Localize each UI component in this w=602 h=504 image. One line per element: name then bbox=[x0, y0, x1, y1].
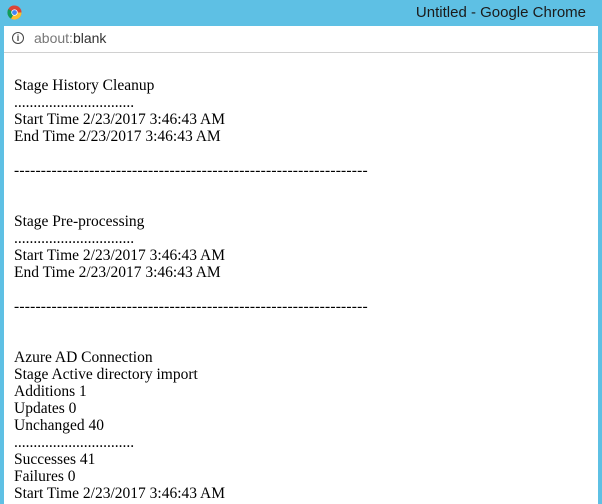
log-line: ............................... bbox=[14, 94, 135, 111]
browser-window: Untitled - Google Chrome i about:blank S… bbox=[0, 0, 602, 504]
url-path: blank bbox=[72, 30, 107, 46]
log-line: Stage Pre-processing bbox=[14, 213, 145, 230]
log-line: Start Time 2/23/2017 3:46:43 AM bbox=[14, 247, 226, 264]
log-line: Stage History Cleanup bbox=[14, 77, 155, 94]
url-scheme: about: bbox=[34, 30, 73, 46]
log-line: End Time 2/23/2017 3:46:43 AM bbox=[14, 264, 221, 281]
log-line: Azure AD Connection bbox=[14, 349, 153, 366]
log-line: ----------------------------------------… bbox=[14, 298, 368, 315]
url-field[interactable]: about:blank bbox=[34, 30, 106, 46]
log-line: Failures 0 bbox=[14, 468, 76, 485]
chrome-logo-icon bbox=[7, 5, 22, 20]
log-line: Additions 1 bbox=[14, 383, 87, 400]
page-content: Stage History Cleanup...................… bbox=[4, 53, 598, 504]
log-line: Start Time 2/23/2017 3:46:43 AM bbox=[14, 485, 226, 502]
log-line: ............................... bbox=[14, 434, 135, 451]
log-line: End Time 2/23/2017 3:46:43 AM bbox=[14, 128, 221, 145]
log-line: Successes 41 bbox=[14, 451, 96, 468]
log-line: ----------------------------------------… bbox=[14, 162, 368, 179]
info-icon[interactable]: i bbox=[12, 32, 24, 44]
log-line: Unchanged 40 bbox=[14, 417, 104, 434]
log-line: ............................... bbox=[14, 230, 135, 247]
log-text: Stage History Cleanup...................… bbox=[14, 77, 368, 502]
address-bar[interactable]: i about:blank bbox=[4, 26, 598, 53]
log-line: Stage Active directory import bbox=[14, 366, 198, 383]
title-bar[interactable]: Untitled - Google Chrome bbox=[0, 0, 602, 26]
window-title: Untitled - Google Chrome bbox=[415, 4, 586, 21]
log-line: Start Time 2/23/2017 3:46:43 AM bbox=[14, 111, 226, 128]
log-line: Updates 0 bbox=[14, 400, 77, 417]
